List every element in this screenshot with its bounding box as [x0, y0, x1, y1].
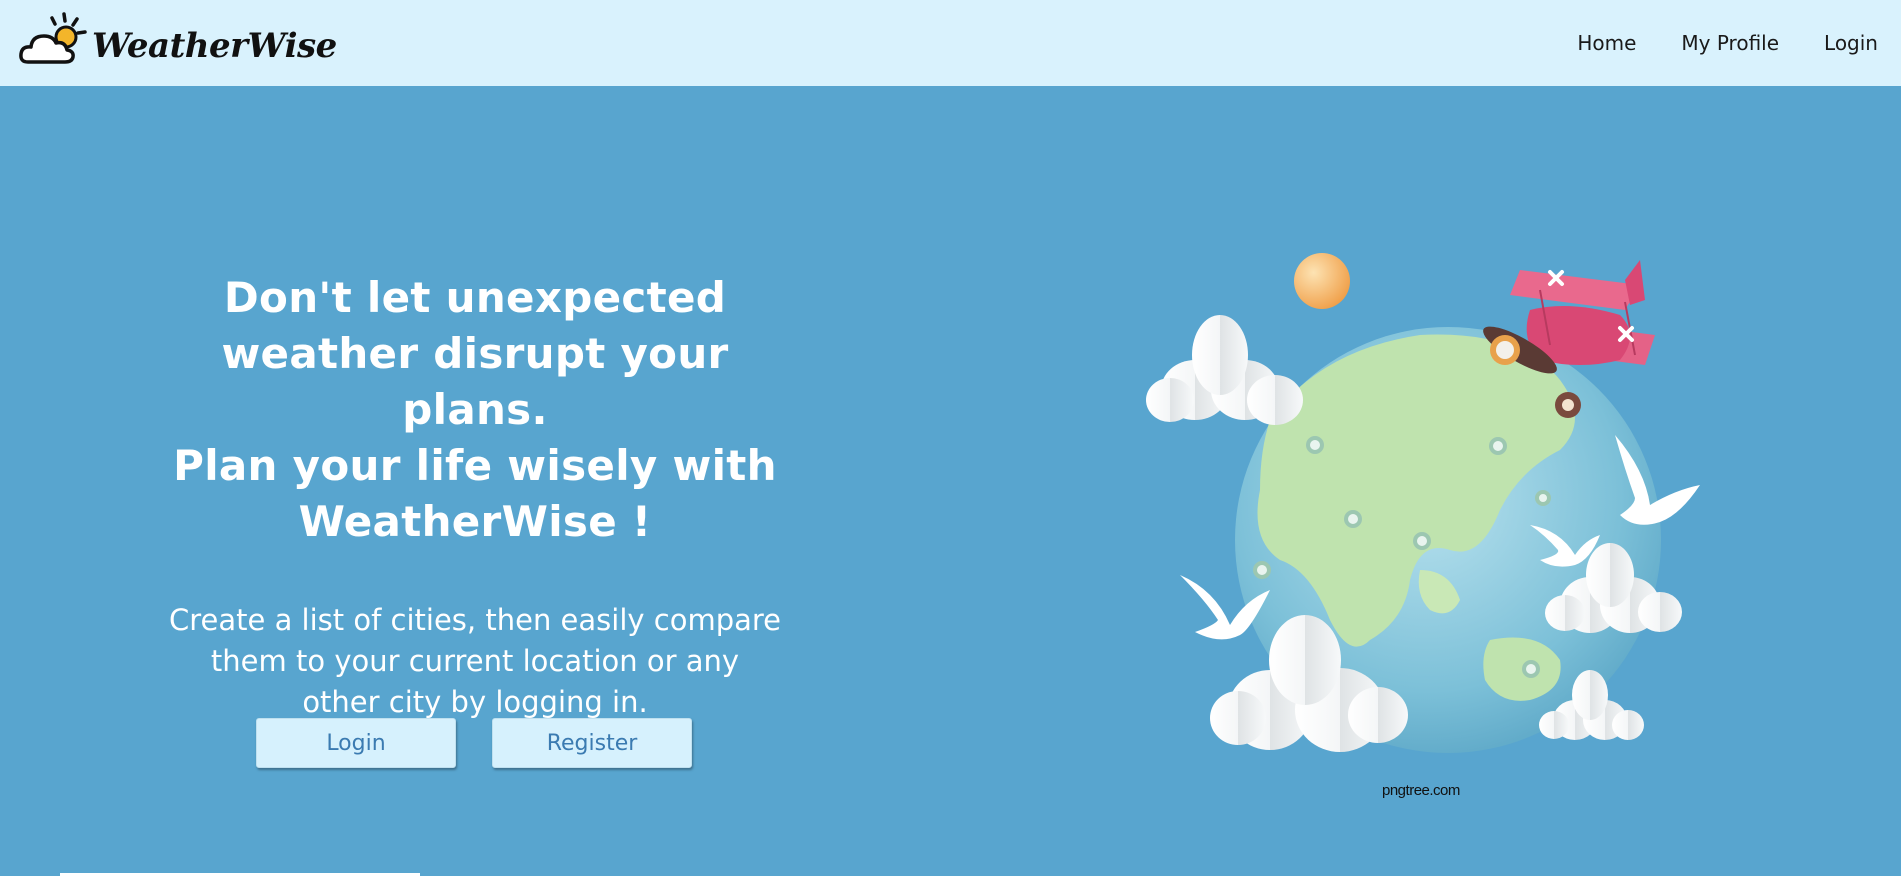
hero-buttons: Login Register: [256, 718, 728, 768]
register-button[interactable]: Register: [492, 718, 692, 768]
location-marker: [1413, 532, 1431, 550]
nav-home-link[interactable]: Home: [1577, 31, 1636, 55]
location-marker: [1306, 436, 1324, 454]
brand-name: WeatherWise: [92, 26, 337, 66]
nav-my-profile-link[interactable]: My Profile: [1681, 31, 1779, 55]
image-credit: pngtree.com: [1382, 782, 1460, 799]
location-marker: [1344, 510, 1362, 528]
brand-logo[interactable]: WeatherWise: [18, 8, 337, 72]
location-marker: [1253, 561, 1271, 579]
hero-section: Don't let unexpected weather disrupt you…: [150, 270, 800, 723]
nav-links: Home My Profile Login: [1577, 0, 1901, 86]
location-marker: [1535, 490, 1551, 506]
hero-title-line: Plan your life wisely with: [173, 441, 777, 490]
hero-subtitle-line: Create a list of cities, then easily com…: [168, 603, 782, 637]
hero-subtitle-line: them to your current location or any: [210, 644, 740, 678]
nav-login-link[interactable]: Login: [1824, 31, 1878, 55]
globe-airplane-illustration: [1146, 253, 1700, 753]
hero-title: Don't let unexpected weather disrupt you…: [150, 270, 800, 550]
hero-subtitle: Create a list of cities, then easily com…: [165, 600, 785, 723]
login-button[interactable]: Login: [256, 718, 456, 768]
location-marker: [1522, 660, 1540, 678]
sun-shape: [1294, 253, 1350, 309]
hero-title-line: Don't let unexpected: [223, 273, 727, 322]
hero-title-line: weather disrupt your plans.: [221, 329, 729, 434]
cloud-sun-icon: [19, 12, 87, 64]
location-marker: [1489, 437, 1507, 455]
cloud-shape: [1146, 315, 1303, 425]
hero-title-line: WeatherWise !: [298, 497, 652, 546]
hero-subtitle-line: other city by logging in.: [302, 685, 648, 719]
navbar: WeatherWise Home My Profile Login: [0, 0, 1901, 86]
